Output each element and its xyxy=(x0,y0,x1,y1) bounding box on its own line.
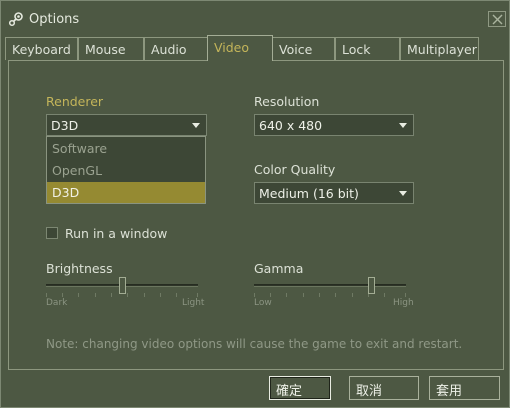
restart-note: Note: changing video options will cause … xyxy=(46,337,463,351)
tab-lock[interactable]: Lock xyxy=(335,37,400,60)
tick xyxy=(78,293,79,297)
brightness-slider-thumb[interactable] xyxy=(119,277,126,294)
color-quality-combo[interactable]: Medium (16 bit) xyxy=(254,182,414,204)
color-quality-label: Color Quality xyxy=(254,162,336,177)
tick xyxy=(197,293,198,297)
tick xyxy=(144,293,145,297)
tick xyxy=(303,293,304,297)
tick xyxy=(405,293,406,297)
tick xyxy=(319,293,320,297)
resolution-combo[interactable]: 640 x 480 xyxy=(254,114,414,136)
gamma-track xyxy=(254,284,406,287)
apply-button[interactable]: 套用 xyxy=(429,376,500,400)
tick xyxy=(95,293,96,297)
steam-icon xyxy=(8,11,24,27)
cancel-button[interactable]: 取消 xyxy=(349,376,419,400)
renderer-option-software[interactable]: Software xyxy=(47,138,205,159)
gamma-max-label: High xyxy=(393,298,414,308)
gamma-label: Gamma xyxy=(254,261,304,276)
tab-mouse[interactable]: Mouse xyxy=(78,37,144,60)
renderer-combo[interactable]: D3D xyxy=(46,114,207,136)
renderer-label: Renderer xyxy=(46,94,104,109)
tick xyxy=(46,293,47,297)
tab-bar: Keyboard Mouse Audio Video Voice Lock Mu… xyxy=(5,35,505,61)
close-icon xyxy=(492,14,503,25)
title-bar[interactable]: Options xyxy=(1,1,509,35)
tick xyxy=(111,293,112,297)
renderer-option-opengl[interactable]: OpenGL xyxy=(47,160,205,181)
run-in-window-checkbox[interactable] xyxy=(46,227,58,239)
brightness-min-label: Dark xyxy=(46,298,68,308)
window-title: Options xyxy=(29,12,80,27)
tick xyxy=(352,293,353,297)
tick xyxy=(254,293,255,297)
brightness-max-label: Light xyxy=(182,298,205,308)
renderer-value: D3D xyxy=(51,118,79,133)
tab-video[interactable]: Video xyxy=(207,35,273,61)
tick xyxy=(127,293,128,297)
tick xyxy=(176,293,177,297)
color-quality-value: Medium (16 bit) xyxy=(259,186,359,201)
brightness-label: Brightness xyxy=(46,261,113,276)
gamma-slider-thumb[interactable] xyxy=(368,277,375,294)
tab-keyboard[interactable]: Keyboard xyxy=(5,37,78,60)
tab-multiplayer[interactable]: Multiplayer xyxy=(400,37,479,60)
run-in-window-label: Run in a window xyxy=(65,226,168,241)
gamma-min-label: Low xyxy=(254,298,272,308)
renderer-dropdown-list: Software OpenGL D3D xyxy=(46,136,206,204)
renderer-option-d3d[interactable]: D3D xyxy=(47,182,205,203)
resolution-value: 640 x 480 xyxy=(259,118,323,133)
tab-voice[interactable]: Voice xyxy=(272,37,335,60)
resolution-label: Resolution xyxy=(254,94,320,109)
tick xyxy=(286,293,287,297)
tick xyxy=(384,293,385,297)
ok-button[interactable]: 確定 xyxy=(269,376,331,400)
close-button[interactable] xyxy=(488,11,506,27)
tick xyxy=(62,293,63,297)
options-window: Options Keyboard Mouse Audio Video Voice… xyxy=(0,0,510,408)
tick xyxy=(335,293,336,297)
tick xyxy=(160,293,161,297)
chevron-down-icon xyxy=(399,123,407,128)
chevron-down-icon xyxy=(399,191,407,196)
chevron-down-icon xyxy=(192,123,200,128)
tick xyxy=(270,293,271,297)
tab-audio[interactable]: Audio xyxy=(144,37,208,60)
